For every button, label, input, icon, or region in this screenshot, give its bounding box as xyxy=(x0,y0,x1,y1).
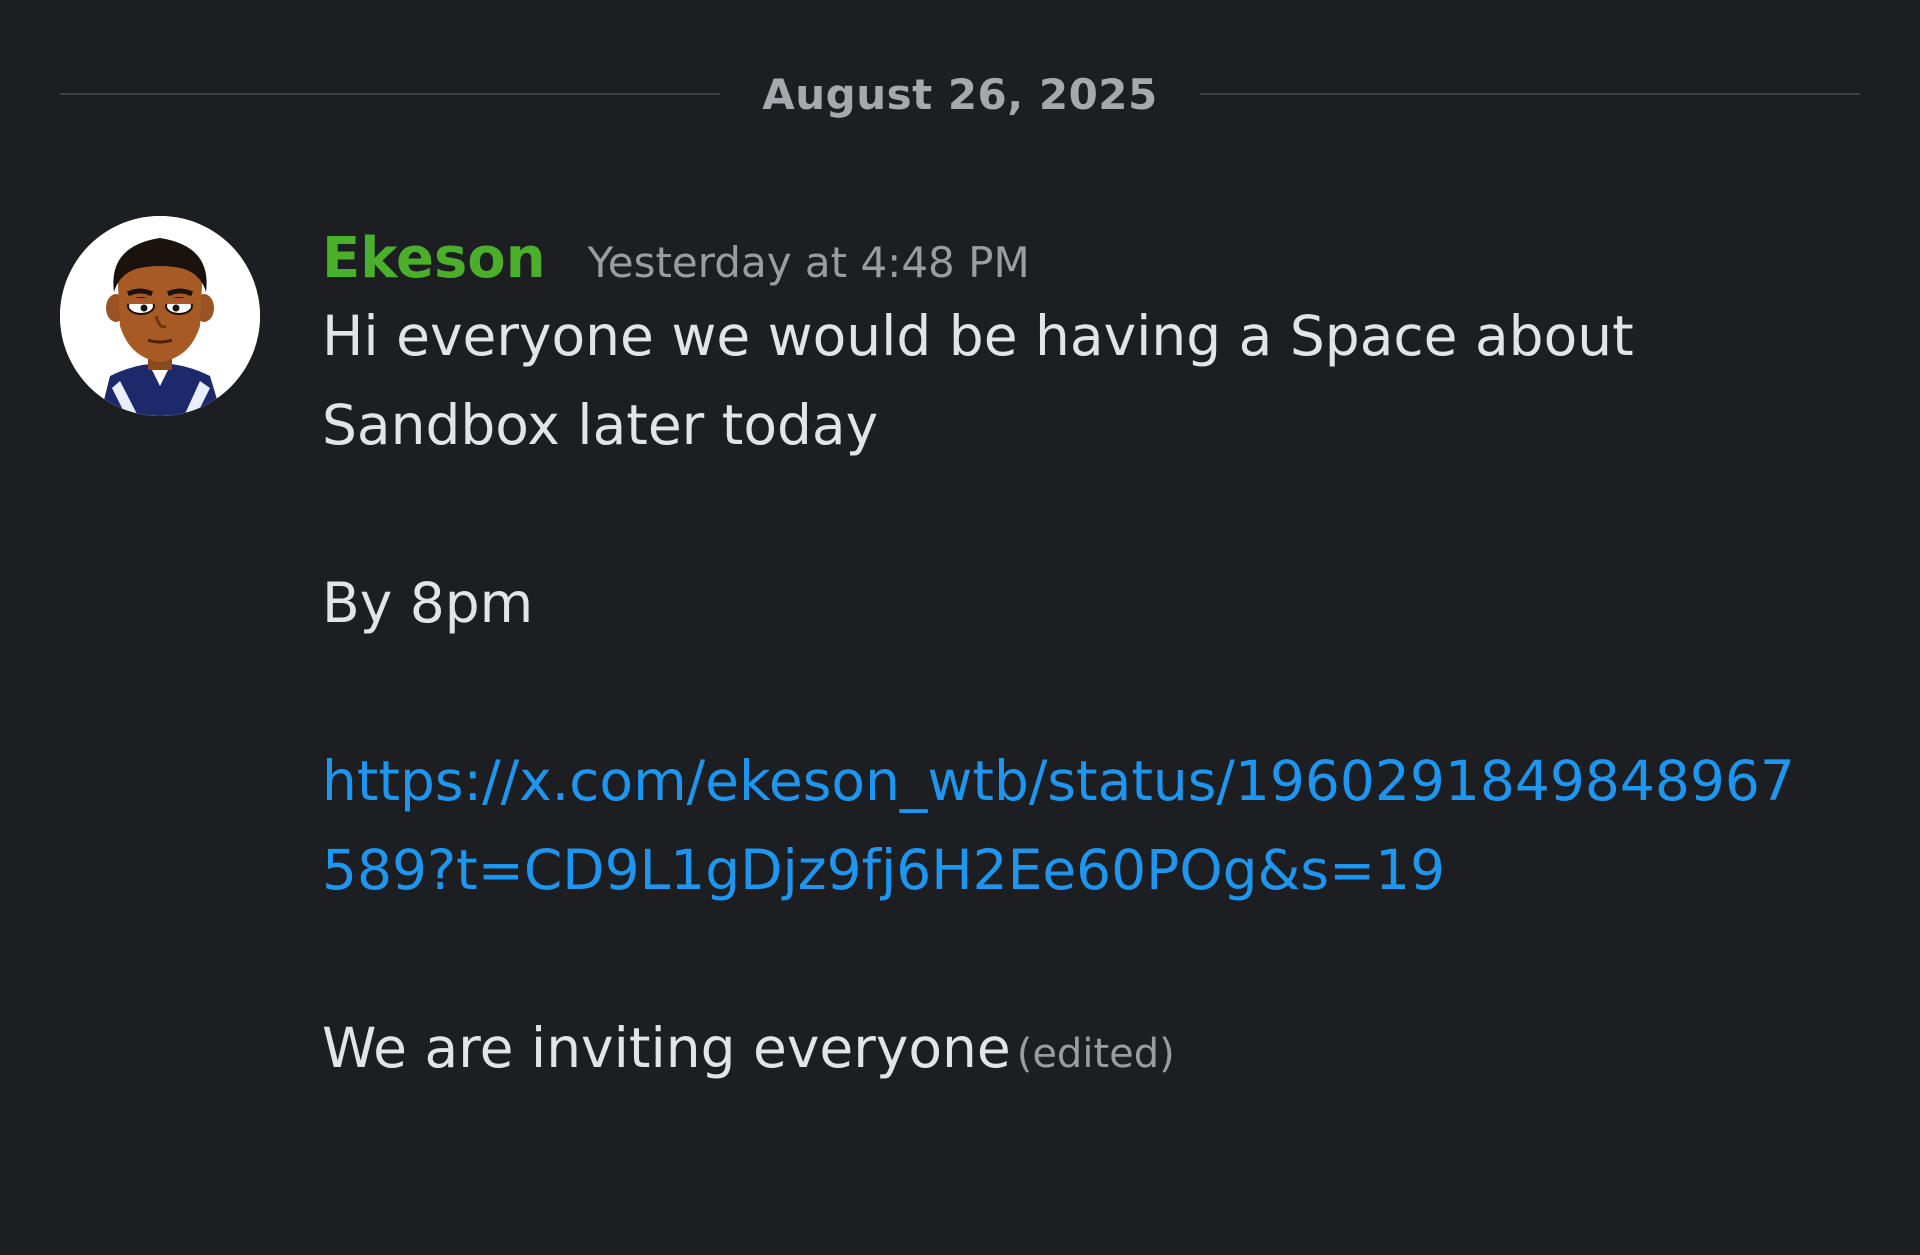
message-text-line-1: Hi everyone we would be having a Space a… xyxy=(322,304,1634,457)
divider-line-right xyxy=(1199,93,1860,95)
date-divider: August 26, 2025 xyxy=(60,66,1860,122)
message-text-line-3: We are inviting everyone xyxy=(322,1016,1011,1080)
message-timestamp: Yesterday at 4:48 PM xyxy=(587,238,1030,287)
message-text-line-3-wrapper: We are inviting everyone (edited) xyxy=(322,1004,1860,1099)
message-body: Hi everyone we would be having a Space a… xyxy=(322,292,1860,1099)
divider-date: August 26, 2025 xyxy=(762,69,1158,119)
message-link[interactable]: https://x.com/ekeson_wtb/status/19602918… xyxy=(322,737,1822,915)
edited-label: (edited) xyxy=(1016,1031,1175,1077)
divider-line-left xyxy=(60,93,721,95)
avatar[interactable] xyxy=(60,216,260,416)
message-text-line-2: By 8pm xyxy=(322,571,534,635)
chat-view: August 26, 2025 Ekeson Yesterday at 4:48… xyxy=(0,0,1920,1255)
cartoon-avatar-icon xyxy=(60,216,260,416)
username[interactable]: Ekeson xyxy=(322,226,546,291)
message-content: Ekeson Yesterday at 4:48 PM Hi everyone … xyxy=(322,216,1860,1099)
